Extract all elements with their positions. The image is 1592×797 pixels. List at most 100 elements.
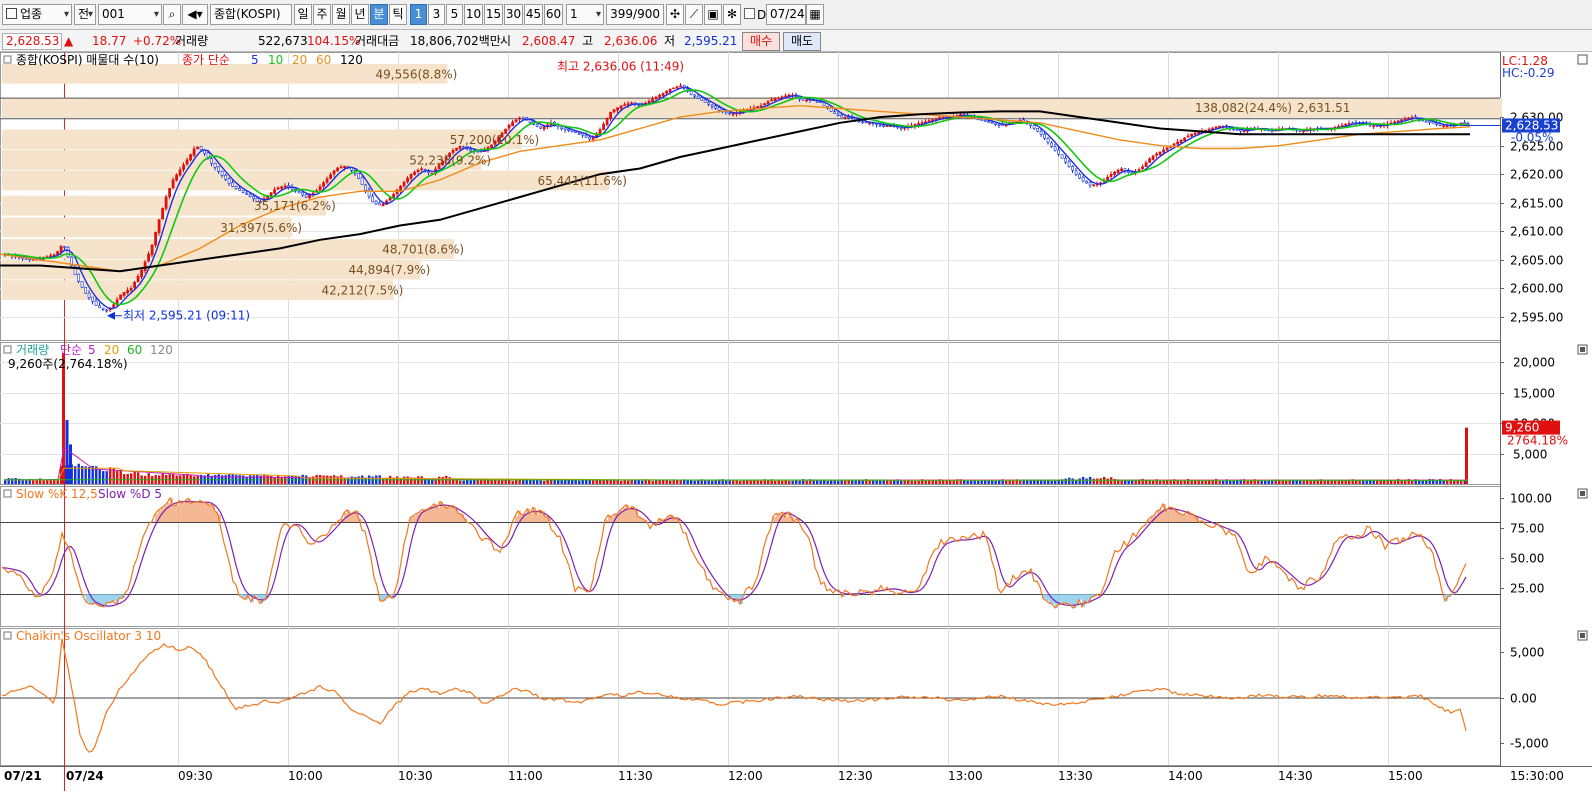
candle-body [763, 103, 767, 106]
market-select[interactable]: 업종 [2, 4, 72, 25]
search-button[interactable]: ⌕ [163, 4, 181, 25]
interval-15[interactable]: 15 [484, 4, 503, 25]
price-legend-title: 종가 단순 [182, 53, 230, 67]
candle-body [1039, 131, 1043, 135]
chart-area[interactable]: 07/21 07/24 09:30 10:00 10:30 11:00 11:30 12:00… [0, 52, 1592, 797]
sound-button[interactable]: ◀▾ [182, 4, 208, 25]
candle-body [619, 105, 623, 109]
volume-bar [130, 473, 133, 484]
volume-profile-label: 48,701(8.6%) [382, 243, 464, 257]
crosshair-button[interactable]: ✣ [666, 4, 684, 25]
volume-tick-label: 5,000 [1513, 448, 1547, 462]
volume-bar [707, 480, 710, 484]
volume-bar [1411, 480, 1414, 484]
candle-body [427, 171, 431, 174]
volume-ratio: 104.15% [307, 34, 361, 48]
candle-body [647, 100, 651, 104]
interval-input[interactable]: 1 [566, 4, 604, 25]
volume-tick-label: 15,000 [1513, 387, 1555, 401]
candle-body [693, 94, 697, 97]
chaikin-panel-toggle-icon[interactable] [3, 631, 12, 640]
period-tick[interactable]: 틱 [389, 4, 407, 25]
candle-body [1162, 149, 1166, 153]
period-week[interactable]: 주 [313, 4, 331, 25]
period-month[interactable]: 월 [332, 4, 350, 25]
candle-body [1424, 120, 1428, 123]
interval-60[interactable]: 60 [544, 4, 563, 25]
settings-button[interactable]: ✻ [723, 4, 741, 25]
interval-10[interactable]: 10 [464, 4, 483, 25]
candle-body [770, 99, 774, 102]
volume-legend-item: 5 [88, 343, 96, 357]
candle-body [91, 296, 95, 302]
date-input[interactable]: 07/24 [766, 4, 806, 25]
volume-bar [560, 480, 563, 484]
candle-body [710, 104, 714, 107]
panel-collapse-button[interactable] [1577, 54, 1588, 65]
period-year[interactable]: 년 [351, 4, 369, 25]
candle-body [714, 105, 718, 109]
candle-body [623, 104, 627, 106]
volume-profile-label: 42,212(7.5%) [322, 284, 404, 298]
candle-body [987, 121, 991, 123]
candle-body [1106, 176, 1110, 181]
count-display: 399/900 [606, 4, 664, 25]
stoch-panel-toggle-icon[interactable] [3, 489, 12, 498]
volume-bar [816, 480, 819, 484]
volume-panel-toggle-icon[interactable] [3, 345, 12, 354]
price-panel-toggle-icon[interactable] [3, 55, 12, 64]
candle-body [126, 290, 130, 294]
volume-legend-item: 120 [150, 343, 173, 357]
candle-body [1127, 171, 1131, 174]
candle-body [658, 94, 662, 98]
type-select[interactable]: 전 [74, 4, 96, 25]
period-minute[interactable]: 분 [370, 4, 388, 25]
interval-1[interactable]: 1 [410, 4, 427, 25]
volume-bar [550, 479, 553, 484]
candle-body [1232, 128, 1236, 131]
volume-bar [588, 480, 591, 484]
candle-body [84, 286, 88, 294]
candle-body [322, 182, 326, 187]
period-minute-label: 분 [373, 7, 385, 21]
volume-bar [448, 477, 451, 484]
sell-button[interactable]: 매도 [783, 32, 821, 51]
interval-45[interactable]: 45 [524, 4, 543, 25]
candle-body [598, 129, 602, 135]
draw-tool-button[interactable]: ⟋ [685, 4, 703, 25]
candle-body [1442, 125, 1446, 127]
candle-body [1396, 120, 1400, 123]
candle-body [217, 166, 221, 172]
volume-bar [137, 472, 140, 484]
code-input[interactable]: 001 [98, 4, 162, 25]
candle-body [1113, 171, 1117, 175]
date-checkbox[interactable] [744, 8, 755, 19]
stoch-overbought-fill [629, 509, 632, 522]
interval-30[interactable]: 30 [504, 4, 523, 25]
buy-button[interactable]: 매수 [742, 32, 780, 51]
volume-bar [263, 474, 266, 484]
candle-body [511, 121, 515, 127]
candle-body [1344, 124, 1348, 126]
volume-bar [1012, 480, 1015, 484]
interval-5[interactable]: 5 [446, 4, 463, 25]
candle-body [616, 107, 620, 111]
save-button[interactable]: ▣ [704, 4, 722, 25]
volume-current-tag-label: 9,260 [1505, 421, 1539, 435]
candle-body [777, 97, 781, 100]
time-label: 12:30 [838, 769, 873, 783]
candle-body [1211, 127, 1215, 130]
volume-bar [1236, 480, 1239, 484]
price-legend-item: 5 [251, 53, 259, 67]
market-select-label: 업종 [20, 7, 43, 21]
candle-body [1085, 180, 1089, 184]
candle-body [661, 92, 665, 96]
time-label: 13:00 [948, 769, 983, 783]
volume-bar [879, 480, 882, 484]
open-label: 시 [500, 34, 512, 48]
interval-3[interactable]: 3 [428, 4, 445, 25]
candle-body [924, 121, 928, 123]
candle-body [689, 90, 693, 95]
calendar-button[interactable]: ▦ [806, 4, 824, 25]
period-day[interactable]: 일 [294, 4, 312, 25]
